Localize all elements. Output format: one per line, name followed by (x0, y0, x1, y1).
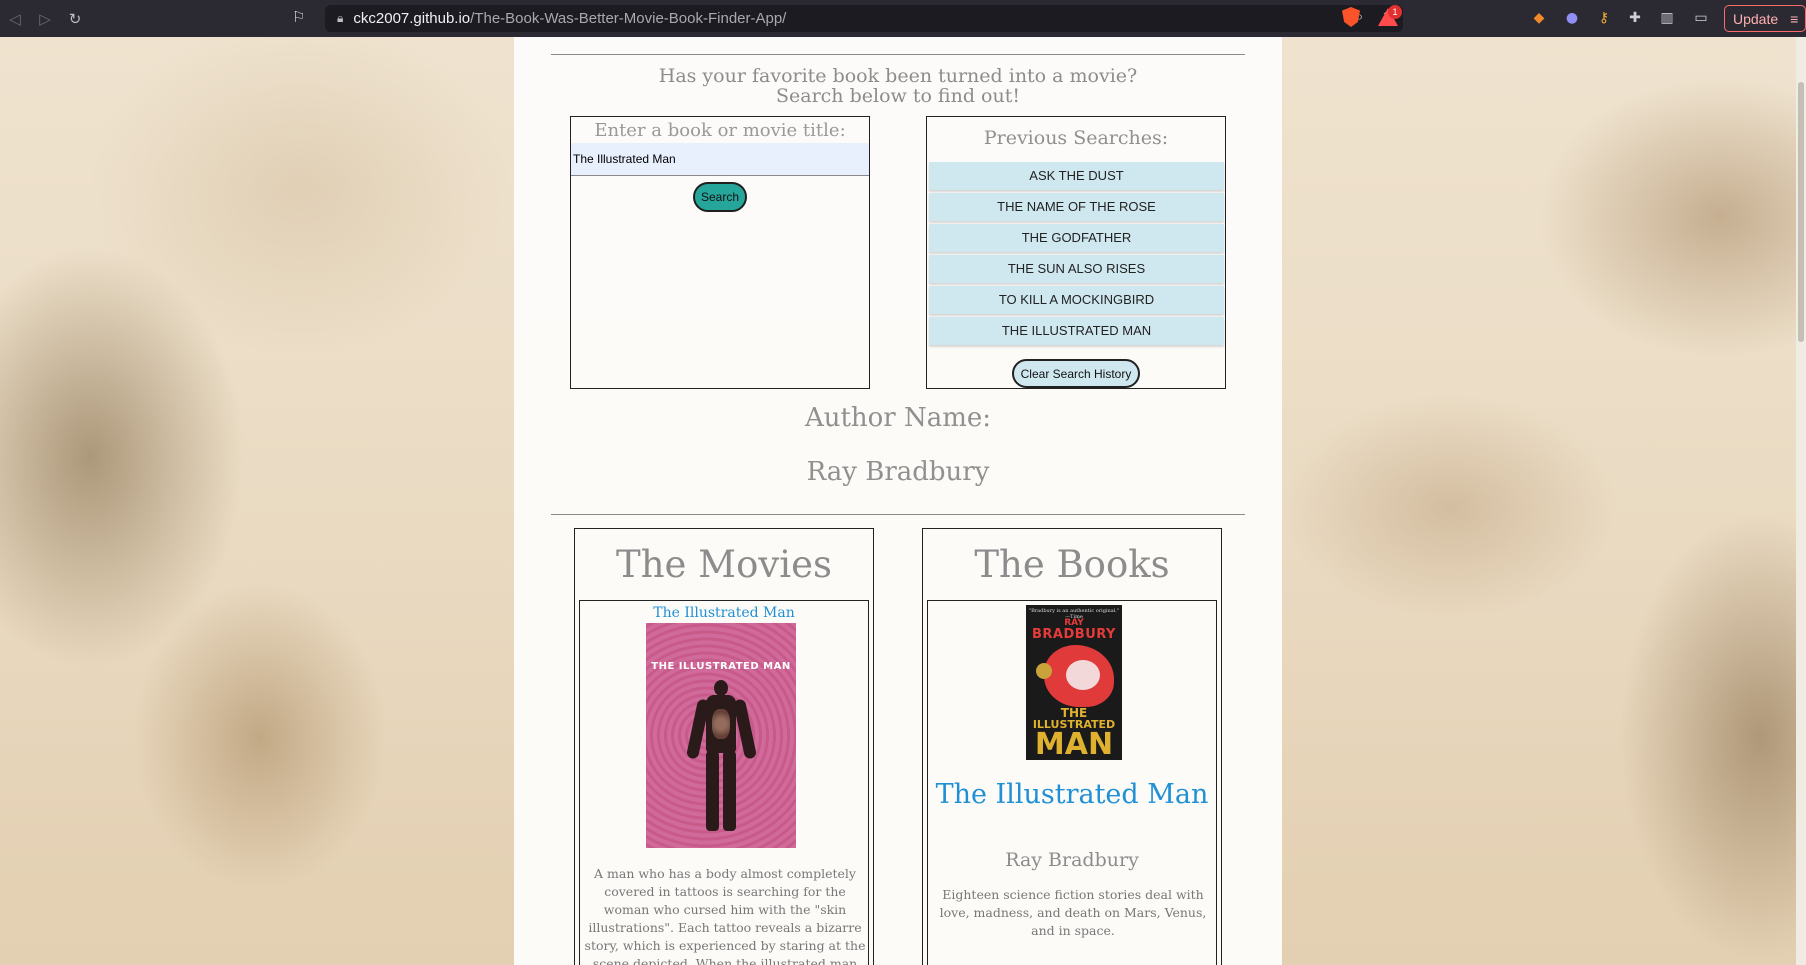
movies-title: The Movies (616, 543, 832, 586)
search-input[interactable] (571, 143, 869, 176)
author-name: Ray Bradbury (806, 457, 990, 487)
history-item[interactable]: ASK THE DUST (929, 162, 1224, 190)
movie-title-link[interactable]: The Illustrated Man (580, 605, 868, 621)
book-author: Ray Bradbury (1005, 849, 1139, 871)
extension-circle-icon[interactable]: ● (1563, 9, 1581, 27)
poster-title: THE ILLUSTRATED MAN (651, 661, 791, 672)
main-content: Has your favorite book been turned into … (514, 37, 1282, 965)
cover-art-highlight (1066, 660, 1100, 690)
lock-icon: 🔒︎ (337, 11, 344, 25)
history-list: ASK THE DUST THE NAME OF THE ROSE THE GO… (929, 162, 1224, 348)
sidebar-icon[interactable]: ▥ (1658, 9, 1676, 27)
book-card: "Bradbury is an authentic original." —Ti… (927, 600, 1217, 965)
page-scrollbar[interactable] (1796, 37, 1806, 965)
cover-bradbury: BRADBURY (1032, 627, 1116, 642)
reload-icon[interactable]: ↻ (60, 0, 90, 37)
url-host: ckc2007.github.io (353, 10, 471, 27)
movies-panel: The Movies The Illustrated Man THE ILLUS… (574, 528, 874, 965)
update-button[interactable]: Update ≡ (1724, 5, 1806, 32)
intro-line-1: Has your favorite book been turned into … (658, 65, 1138, 87)
poster-figure-leg (706, 751, 719, 831)
extension-key-icon[interactable]: ⚷ (1595, 9, 1613, 27)
history-item[interactable]: TO KILL A MOCKINGBIRD (929, 286, 1224, 314)
address-bar[interactable]: 🔒︎ ckc2007.github.io/The-Book-Was-Better… (325, 5, 1403, 32)
url-path: /The-Book-Was-Better-Movie-Book-Finder-A… (470, 10, 787, 27)
history-panel: Previous Searches: ASK THE DUST THE NAME… (926, 116, 1226, 389)
history-item[interactable]: THE GODFATHER (929, 224, 1224, 252)
back-arrow-icon[interactable]: ◁ (0, 0, 30, 37)
scrollbar-thumb[interactable] (1798, 82, 1804, 342)
forward-arrow-icon[interactable]: ▷ (30, 0, 60, 37)
movie-description: A man who has a body almost completely c… (584, 866, 866, 965)
history-item[interactable]: THE ILLUSTRATED MAN (929, 317, 1224, 345)
history-title: Previous Searches: (983, 127, 1169, 149)
poster-tattoo (712, 709, 730, 739)
poster-figure-leg (723, 751, 736, 831)
book-title-link[interactable]: The Illustrated Man (928, 779, 1216, 810)
bookmark-icon[interactable]: ⚐ (292, 8, 305, 26)
cover-man: MAN (1034, 727, 1114, 761)
menu-icon: ≡ (1790, 10, 1799, 27)
metamask-icon[interactable]: ◆ (1530, 9, 1548, 27)
intro-line-2: Search below to find out! (776, 85, 1020, 107)
poster-figure-arm (732, 698, 758, 760)
search-label: Enter a book or movie title: (594, 120, 846, 141)
browser-toolbar: ◁ ▷ ↻ ⚐ 🔒︎ ckc2007.github.io/The-Book-Wa… (0, 0, 1806, 37)
books-panel: The Books "Bradbury is an authentic orig… (922, 528, 1222, 965)
history-item[interactable]: THE SUN ALSO RISES (929, 255, 1224, 283)
books-title: The Books (974, 543, 1170, 586)
book-description: Eighteen science fiction stories deal wi… (939, 887, 1207, 938)
author-heading: Author Name: (804, 403, 992, 433)
search-panel: Enter a book or movie title: Search (570, 116, 870, 389)
intro-text: Has your favorite book been turned into … (514, 66, 1282, 106)
book-cover[interactable]: "Bradbury is an authentic original." —Ti… (1026, 605, 1122, 760)
divider-middle (551, 514, 1245, 515)
poster-figure-head (714, 680, 728, 696)
extensions-puzzle-icon[interactable]: ✚ (1626, 9, 1644, 27)
history-item[interactable]: THE NAME OF THE ROSE (929, 193, 1224, 221)
search-button[interactable]: Search (693, 182, 747, 212)
movie-card: The Illustrated Man THE ILLUSTRATED MAN … (579, 600, 869, 965)
movie-poster[interactable]: THE ILLUSTRATED MAN (646, 623, 796, 848)
divider-top (551, 54, 1245, 55)
wallet-icon[interactable]: ▭ (1692, 9, 1710, 27)
cover-medal-icon (1036, 663, 1052, 679)
clear-history-button[interactable]: Clear Search History (1012, 359, 1140, 388)
rewards-badge: 1 (1388, 5, 1402, 19)
update-label: Update (1733, 10, 1779, 27)
